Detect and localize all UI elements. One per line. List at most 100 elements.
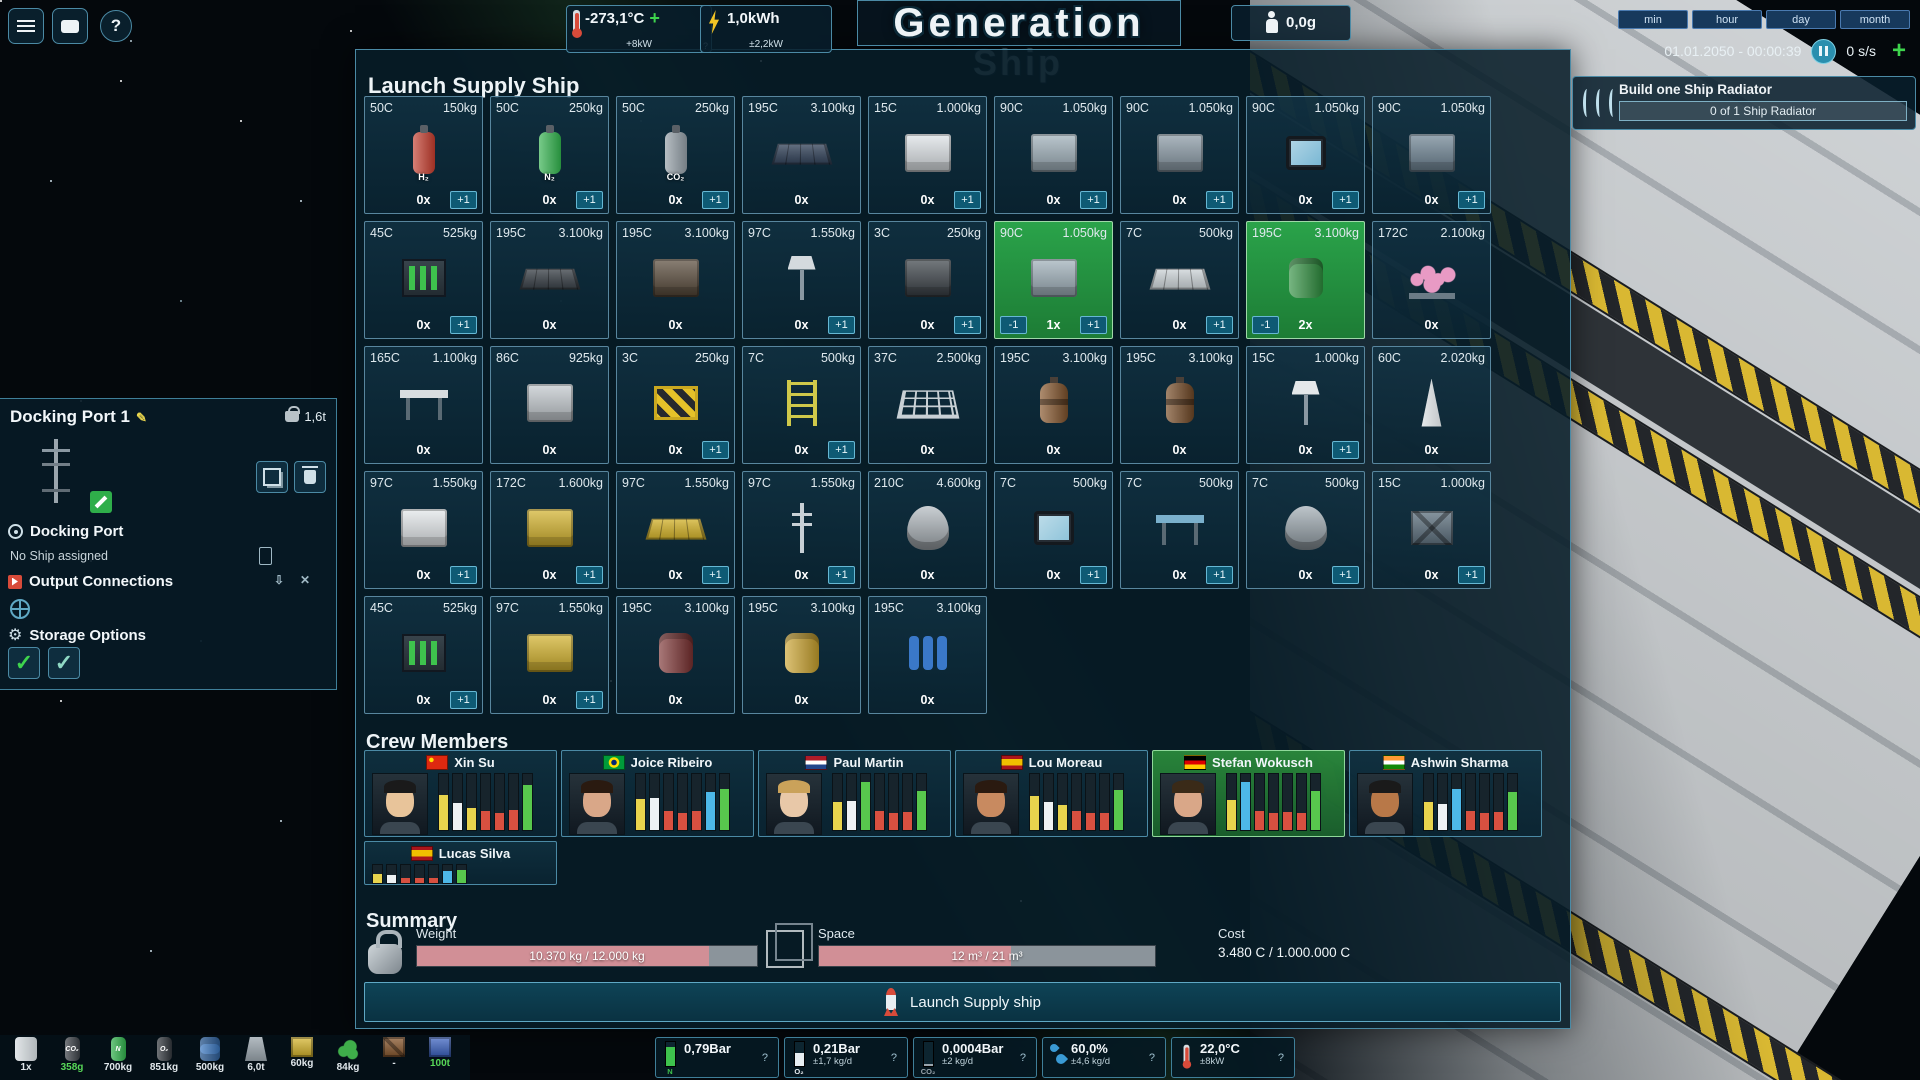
crew-member-card[interactable]: Stefan Wokusch (1152, 750, 1345, 837)
crew-member-card[interactable]: Paul Martin (758, 750, 951, 837)
item-weight: 150kg (443, 101, 477, 115)
increment-button[interactable]: +1 (702, 191, 729, 209)
output-icon (8, 575, 22, 589)
import-icon[interactable]: ⇩ (274, 573, 284, 587)
item-shape-icon (771, 143, 832, 164)
increment-button[interactable]: +1 (828, 441, 855, 459)
storage-allow-in-checkbox[interactable]: ✓ (8, 647, 40, 679)
supply-item-card: 3C 250kg -1 0x +1 (616, 346, 735, 464)
increment-button[interactable]: +1 (1206, 316, 1233, 334)
supply-item-card: 195C 3.100kg -1 0x +1 (1120, 346, 1239, 464)
item-controls: -1 0x +1 (622, 565, 729, 584)
ship-slot-icon[interactable] (259, 547, 272, 565)
item-temperature: 15C (874, 101, 897, 115)
increment-button[interactable]: +1 (576, 191, 603, 209)
gauge-value: 60,0% (1071, 1041, 1110, 1056)
item-count: 0x (523, 443, 576, 457)
pause-button[interactable] (1811, 39, 1836, 64)
rename-icon[interactable]: ✎ (136, 410, 147, 425)
item-icon (1000, 490, 1107, 565)
increment-button[interactable]: +1 (1332, 566, 1359, 584)
item-temperature: 90C (1000, 101, 1023, 115)
item-temperature: 7C (748, 351, 764, 365)
increment-button[interactable]: +1 (954, 316, 981, 334)
increment-button[interactable]: +1 (954, 191, 981, 209)
crew-member-card[interactable]: Ashwin Sharma (1349, 750, 1542, 837)
item-weight: 2.500kg (937, 351, 981, 365)
decrement-button[interactable]: -1 (1000, 316, 1027, 334)
gauge-help-button[interactable]: ? (1272, 1051, 1290, 1065)
crew-stat-bar (1268, 773, 1279, 831)
increment-button[interactable]: +1 (576, 566, 603, 584)
time-button-min[interactable]: min (1618, 10, 1688, 29)
item-controls: -1 0x +1 (370, 190, 477, 209)
resource-value: 1x (20, 1062, 31, 1073)
item-icon (1000, 240, 1107, 315)
crew-member-card[interactable]: Lou Moreau (955, 750, 1148, 837)
increment-button[interactable]: +1 (1080, 316, 1107, 334)
resource-list: 1x CO₂ 358g N 700kg O₂ 851kg 500kg 6,0t … (6, 1037, 460, 1073)
gravity-value: 0,0g (1286, 14, 1316, 32)
storage-allow-out-checkbox[interactable]: ✓ (48, 647, 80, 679)
item-count: 0x (901, 193, 954, 207)
nationality-flag-icon (603, 755, 625, 770)
gauge-help-button[interactable]: ? (885, 1051, 903, 1065)
crew-name-row: Lou Moreau (961, 753, 1142, 772)
increment-button[interactable]: +1 (1458, 191, 1485, 209)
decrement-button[interactable]: -1 (1252, 316, 1279, 334)
gauge-help-button[interactable]: ? (756, 1051, 774, 1065)
increment-button[interactable]: +1 (1332, 441, 1359, 459)
crew-member-card[interactable]: Lucas Silva (364, 841, 557, 885)
increment-button[interactable]: +1 (828, 566, 855, 584)
increment-button[interactable]: +1 (828, 316, 855, 334)
time-button-month[interactable]: month (1840, 10, 1910, 29)
supply-item-card: 45C 525kg -1 0x +1 (364, 221, 483, 339)
increment-button[interactable]: +1 (702, 566, 729, 584)
item-header: 3C 250kg (874, 226, 981, 240)
increment-button[interactable]: +1 (1206, 566, 1233, 584)
item-shape-icon (527, 384, 573, 422)
build-task-panel[interactable]: Build one Ship Radiator 0 of 1 Ship Radi… (1572, 76, 1916, 130)
increment-button[interactable]: +1 (576, 691, 603, 709)
crew-stat-bar (719, 773, 730, 831)
item-header: 15C 1.000kg (874, 101, 981, 115)
increment-button[interactable]: +1 (450, 566, 477, 584)
item-header: 97C 1.550kg (370, 476, 477, 490)
increment-button[interactable]: +1 (702, 441, 729, 459)
item-shape-icon (787, 380, 817, 426)
docking-port-panel: Docking Port 1✎ 1,6t Docking Port No Shi… (0, 398, 337, 690)
launch-supply-ship-button[interactable]: Launch Supply ship (364, 982, 1561, 1022)
crew-member-card[interactable]: Xin Su (364, 750, 557, 837)
gauge-delta: ±4,6 kg/d (1071, 1056, 1110, 1067)
clear-connections-icon[interactable]: ✕ (300, 573, 310, 587)
portrait-torso (380, 822, 420, 835)
gauge-help-button[interactable]: ? (1014, 1051, 1032, 1065)
increment-button[interactable]: +1 (1080, 191, 1107, 209)
time-button-hour[interactable]: hour (1692, 10, 1762, 29)
crew-member-card[interactable]: Joice Ribeiro (561, 750, 754, 837)
crew-stat-bar (1310, 773, 1321, 831)
connection-target-icon[interactable] (10, 599, 30, 619)
main-menu-button[interactable] (8, 8, 44, 44)
increment-button[interactable]: +1 (1206, 191, 1233, 209)
help-button[interactable]: ? (100, 10, 132, 42)
increment-button[interactable]: +1 (1080, 566, 1107, 584)
time-button-day[interactable]: day (1766, 10, 1836, 29)
item-controls: -1 0x +1 (622, 315, 729, 334)
atmosphere-gauge: N 0,79Bar ? (655, 1037, 779, 1078)
speed-increase-button[interactable]: + (1886, 40, 1912, 62)
messages-button[interactable] (52, 8, 88, 44)
gauge-value: 22,0°C (1200, 1041, 1240, 1056)
increment-button[interactable]: +1 (1332, 191, 1359, 209)
increment-button[interactable]: +1 (450, 316, 477, 334)
item-weight: 250kg (947, 226, 981, 240)
item-icon (1000, 365, 1107, 440)
gauge-help-button[interactable]: ? (1143, 1051, 1161, 1065)
demolish-button[interactable] (294, 461, 326, 493)
increment-button[interactable]: +1 (1458, 566, 1485, 584)
item-count: 0x (397, 693, 450, 707)
increment-button[interactable]: +1 (450, 191, 477, 209)
focus-view-button[interactable] (256, 461, 288, 493)
crew-stat-bar (428, 864, 439, 884)
increment-button[interactable]: +1 (450, 691, 477, 709)
